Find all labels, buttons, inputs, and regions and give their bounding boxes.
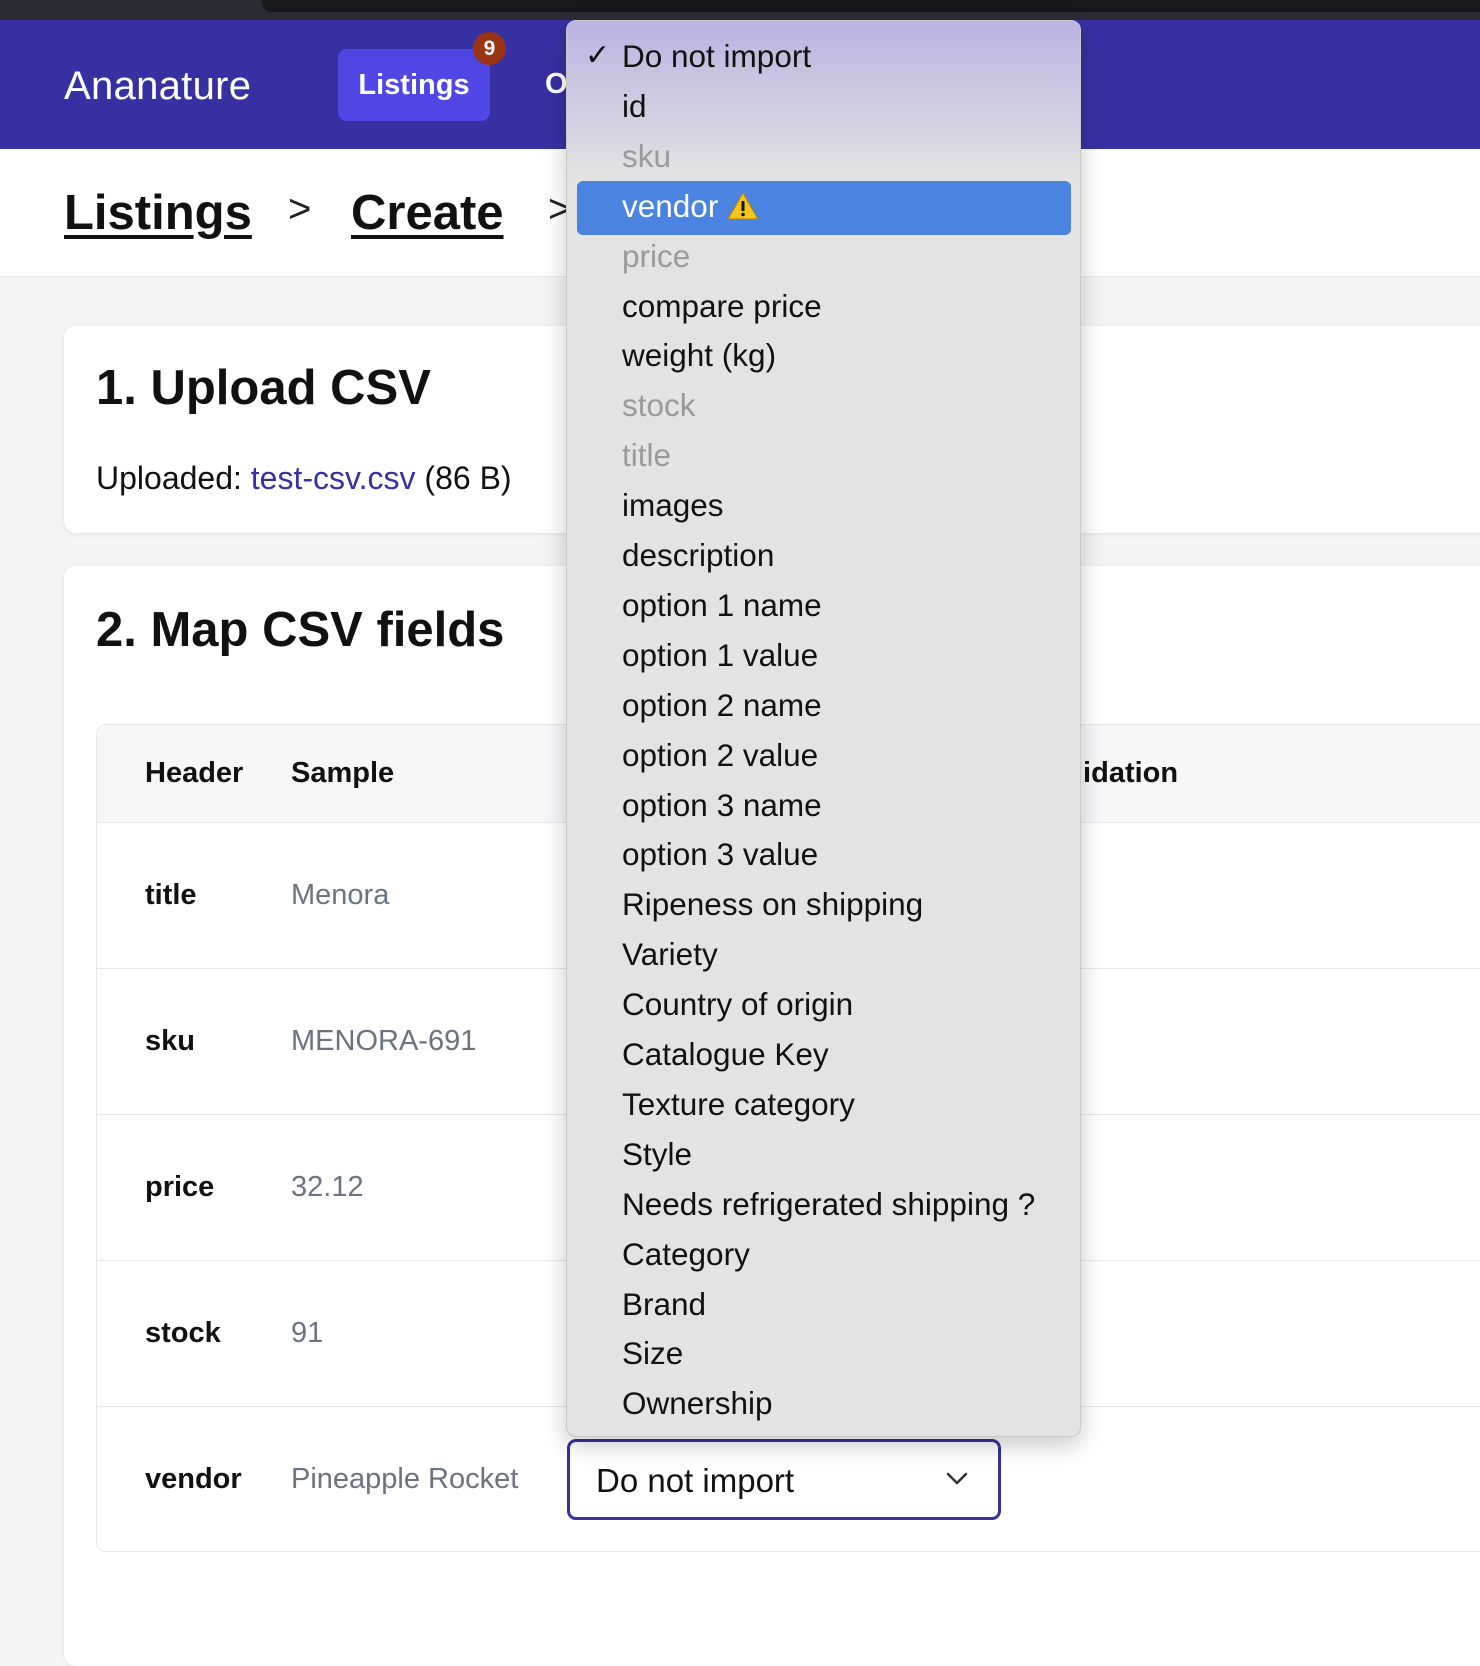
dropdown-option-label: price [622, 237, 691, 274]
dropdown-option-label: option 1 name [622, 586, 822, 623]
dropdown-option[interactable]: Catalogue Key [622, 1036, 829, 1073]
dropdown-option[interactable]: Do not import [622, 38, 811, 75]
nav-tab-listings[interactable]: Listings [338, 49, 490, 121]
row-sample: Menora [291, 879, 390, 911]
row-header: price [145, 1171, 215, 1203]
dropdown-option-label: Texture category [622, 1085, 855, 1122]
dropdown-option[interactable]: option 1 value [622, 637, 818, 674]
dropdown-option[interactable]: option 1 name [622, 587, 822, 624]
warning-icon [727, 192, 759, 220]
breadcrumb-listings[interactable]: Listings [64, 185, 252, 241]
window-top-strip [0, 0, 1480, 20]
dropdown-option-label: option 2 name [622, 686, 822, 723]
dropdown-option[interactable]: Variety [622, 936, 718, 973]
dropdown-option: price [622, 238, 690, 275]
nav-tab-orders[interactable]: O [545, 68, 568, 101]
dropdown-option[interactable]: images [622, 487, 724, 524]
upload-label: Uploaded: [96, 460, 251, 496]
dropdown-option[interactable]: Style [622, 1136, 692, 1173]
row-header: sku [145, 1025, 195, 1057]
dropdown-option-label: id [622, 87, 647, 124]
upload-status: Uploaded: test-csv.csv (86 B) [96, 460, 512, 497]
dropdown-option[interactable]: Texture category [622, 1086, 855, 1123]
dropdown-option[interactable]: description [622, 537, 774, 574]
dropdown-option-label: Ripeness on shipping [622, 886, 924, 923]
dropdown-option-label: Category [622, 1235, 750, 1272]
dropdown-option-label: Needs refrigerated shipping ? [622, 1185, 1036, 1222]
dropdown-option-label: option 2 value [622, 736, 819, 773]
listings-count-badge: 9 [473, 32, 506, 65]
dropdown-option[interactable]: option 2 name [622, 687, 822, 724]
dropdown-option-label: sku [622, 137, 672, 174]
dropdown-option-label: title [622, 437, 672, 474]
dropdown-option[interactable]: Ownership [622, 1385, 773, 1422]
vendor-mapping-select[interactable]: Do not import [567, 1439, 1001, 1520]
dropdown-option[interactable]: weight (kg) [622, 337, 776, 374]
row-header: title [145, 879, 197, 911]
nav-tab-listings-label: Listings [358, 68, 470, 101]
dropdown-option: stock [622, 387, 696, 424]
dropdown-option-label: Do not import [622, 38, 812, 74]
dropdown-option-label: Brand [622, 1285, 707, 1322]
row-header: stock [145, 1317, 221, 1349]
row-sample: Pineapple Rocket [291, 1463, 519, 1495]
dropdown-option-label: Catalogue Key [622, 1036, 829, 1072]
dropdown-option-label: option 3 name [622, 786, 822, 823]
checkmark-icon: ✓ [585, 39, 611, 72]
breadcrumb-separator-icon: > [288, 187, 312, 231]
dropdown-option: title [622, 437, 671, 474]
column-validation: lidation [1075, 757, 1179, 789]
dropdown-option-label: option 1 value [622, 636, 819, 673]
dropdown-option[interactable]: Needs refrigerated shipping ? [622, 1186, 1035, 1223]
dropdown-option[interactable]: compare price [622, 288, 822, 325]
row-sample: MENORA-691 [291, 1025, 477, 1057]
dropdown-option[interactable]: option 3 value [622, 836, 818, 873]
dropdown-option-label: stock [622, 387, 696, 424]
dropdown-option[interactable]: Category [622, 1236, 750, 1273]
dropdown-option-label: compare price [622, 287, 822, 324]
dropdown-option[interactable]: Brand [622, 1286, 706, 1323]
dropdown-option-label: Style [622, 1135, 693, 1172]
upload-section-title: 1. Upload CSV [96, 361, 431, 415]
dropdown-option[interactable]: option 2 value [622, 737, 818, 774]
column-header: Header [145, 757, 244, 789]
dropdown-option[interactable]: Country of origin [622, 986, 853, 1023]
chevron-down-icon [946, 1472, 968, 1485]
dropdown-option[interactable]: vendor [622, 188, 760, 225]
dropdown-option: sku [622, 138, 671, 175]
dropdown-option[interactable]: Ripeness on shipping [622, 886, 923, 923]
dropdown-option-label: option 3 value [622, 836, 819, 873]
brand-logo[interactable]: Ananature [64, 64, 251, 109]
dropdown-option[interactable]: id [622, 88, 647, 125]
row-header: vendor [145, 1463, 242, 1495]
row-sample: 91 [291, 1317, 324, 1349]
dropdown-option[interactable]: option 3 name [622, 787, 822, 824]
row-sample: 32.12 [291, 1171, 364, 1203]
breadcrumb-create[interactable]: Create [351, 185, 504, 241]
dropdown-option-label: description [622, 537, 775, 573]
dropdown-option-label: images [622, 487, 724, 524]
dropdown-option-label: Country of origin [622, 986, 854, 1023]
dropdown-option[interactable]: Size [622, 1335, 683, 1372]
uploaded-file-link[interactable]: test-csv.csv [251, 460, 416, 496]
window-top-strip-inner [262, 0, 1480, 12]
column-sample: Sample [291, 757, 395, 789]
map-section-title: 2. Map CSV fields [96, 603, 505, 657]
dropdown-option-label: Size [622, 1335, 684, 1372]
dropdown-option-label: weight (kg) [622, 337, 777, 374]
dropdown-option-label: vendor [622, 187, 719, 224]
field-options-dropdown[interactable]: ✓ Do not import id sku vendor price compare p… [566, 20, 1081, 1437]
dropdown-option-label: Variety [622, 936, 718, 973]
dropdown-option-label: Ownership [622, 1385, 773, 1422]
select-current-value: Do not import [596, 1462, 795, 1499]
uploaded-file-size: (86 B) [415, 460, 512, 496]
